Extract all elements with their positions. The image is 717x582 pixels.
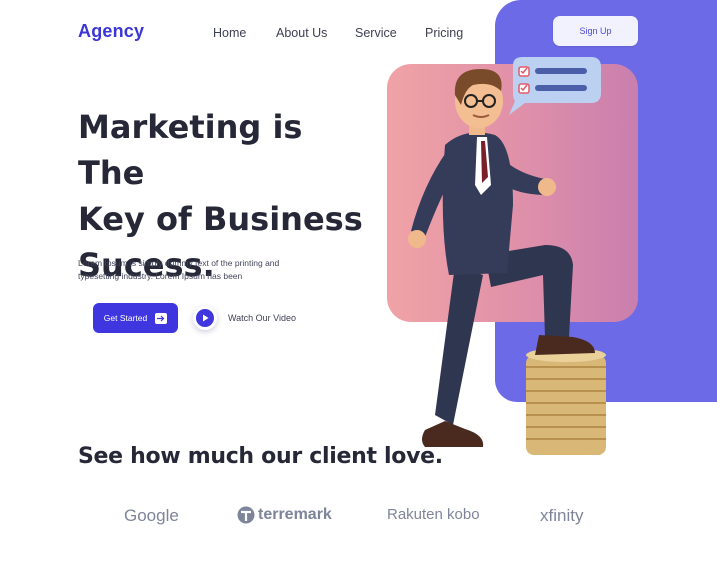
client-logo-rakuten-kobo: Rakuten kobo	[387, 506, 480, 523]
nav-item-service[interactable]: Service	[355, 26, 397, 40]
coin-stack-icon	[526, 348, 606, 455]
watch-video-label[interactable]: Watch Our Video	[228, 313, 296, 323]
arrow-right-icon	[155, 312, 168, 324]
businessman-illustration	[408, 57, 606, 455]
client-logo-xfinity: xfinity	[540, 506, 584, 525]
nav-item-about-us[interactable]: About Us	[276, 26, 327, 40]
clients-section-title: See how much our client love.	[78, 444, 443, 469]
nav-item-home[interactable]: Home	[213, 26, 246, 40]
brand-logo[interactable]: Agency	[78, 21, 144, 42]
nav-item-pricing[interactable]: Pricing	[425, 26, 463, 40]
hero-title-line: Key of Business	[78, 200, 363, 238]
play-button[interactable]	[193, 306, 217, 330]
terremark-icon	[237, 506, 255, 524]
sign-up-button[interactable]: Sign Up	[553, 16, 638, 46]
hero-title-line: Marketing is The	[78, 108, 303, 192]
checklist-bubble-icon	[509, 57, 601, 115]
client-logo-terremark: terremark	[237, 506, 332, 524]
client-logo-google: Google	[124, 506, 179, 525]
get-started-button[interactable]: Get Started	[93, 303, 178, 333]
hero-description-line: typesetting industry. Lorem Ipsum has be…	[78, 271, 243, 281]
hero-description: Lorem Ipsum is simply dummy text of the …	[78, 257, 308, 283]
get-started-label: Get Started	[103, 313, 148, 323]
watch-video-control[interactable]: Watch Our Video	[193, 306, 296, 330]
hero-description-line: Lorem Ipsum is simply dummy text of the …	[78, 258, 280, 268]
terremark-label: terremark	[258, 506, 332, 523]
play-icon	[196, 309, 214, 327]
